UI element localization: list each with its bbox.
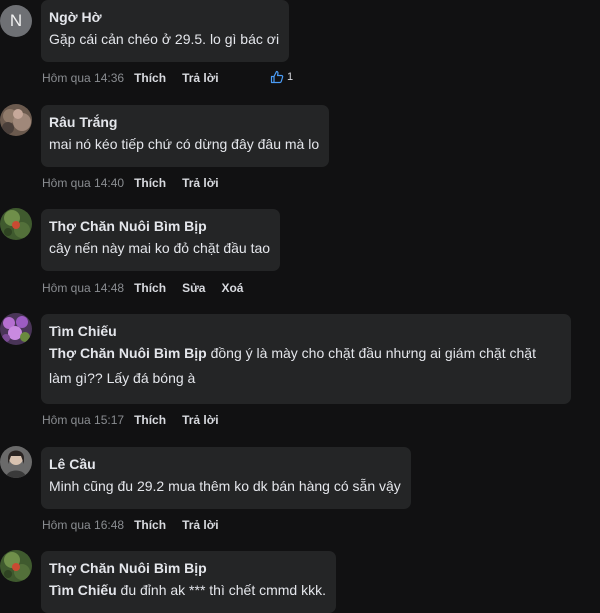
avatar[interactable] (0, 313, 32, 345)
avatar-image (0, 550, 32, 582)
comment-bubble: Thợ Chăn Nuôi Bìm Bịp cây nến này mai ko… (41, 209, 281, 271)
comment-meta: Hôm qua 15:17 Thích Trả lời (42, 412, 235, 428)
comment-text-body: đu đỉnh ak *** thì chết cmmd kkk. (116, 582, 326, 598)
avatar[interactable] (0, 550, 32, 582)
avatar-letter: N (9, 11, 23, 30)
avatar[interactable] (0, 104, 32, 136)
edit-button[interactable]: Sửa (182, 280, 205, 296)
comment-text: Minh cũng đu 29.2 mua thêm ko dk bán hàn… (49, 478, 401, 494)
like-button[interactable]: Thích (134, 412, 166, 428)
comment-text: cây nến này mai ko đỏ chặt đầu tao (49, 240, 271, 256)
reply-button[interactable]: Trả lời (182, 70, 219, 86)
reaction-count[interactable]: 1 (270, 70, 293, 84)
comment-time[interactable]: Hôm qua 14:40 (42, 175, 124, 191)
comment-bubble: Tìm Chiếu Thợ Chăn Nuôi Bìm Bịp đồng ý l… (41, 314, 571, 404)
avatar-image (0, 446, 32, 478)
reaction-number: 1 (287, 71, 294, 83)
comment-bubble: Râu Trắng mai nó kéo tiếp chứ có dừng đâ… (41, 105, 330, 167)
comment-bubble: Thợ Chăn Nuôi Bìm Bịp Tìm Chiếu đu đỉnh … (41, 551, 336, 613)
comment-author[interactable]: Ngờ Hờ (49, 7, 279, 27)
comment-text: Tìm Chiếu đu đỉnh ak *** thì chết cmmd k… (49, 578, 326, 603)
reply-button[interactable]: Trả lời (182, 175, 219, 191)
comment-time[interactable]: Hôm qua 14:36 (42, 70, 124, 86)
delete-button[interactable]: Xoá (221, 280, 243, 296)
thumbs-up-icon (270, 70, 284, 84)
comment-bubble: Ngờ Hờ Gặp cái cản chéo ở 29.5. lo gì bá… (41, 0, 290, 62)
avatar-image (0, 313, 32, 345)
comment-text: Thợ Chăn Nuôi Bìm Bịp đồng ý là mày cho … (49, 341, 561, 391)
comment-text: Gặp cái cản chéo ở 29.5. lo gì bác ơi (49, 31, 280, 47)
comment-meta: Hôm qua 14:36 Thích Trả lời (42, 70, 235, 86)
reply-button[interactable]: Trả lời (182, 412, 219, 428)
avatar[interactable] (0, 446, 32, 478)
comment-meta: Hôm qua 16:48 Thích Trả lời (42, 517, 235, 533)
avatar-image (0, 104, 32, 136)
like-button[interactable]: Thích (134, 280, 166, 296)
comment-meta: Hôm qua 14:48 Thích Sửa Xoá (42, 280, 259, 296)
comment-meta: Hôm qua 14:40 Thích Trả lời (42, 175, 235, 191)
mention-link[interactable]: Thợ Chăn Nuôi Bìm Bịp (49, 345, 207, 361)
like-button[interactable]: Thích (134, 175, 166, 191)
like-button[interactable]: Thích (134, 517, 166, 533)
comment-time[interactable]: Hôm qua 15:17 (42, 412, 124, 428)
reply-button[interactable]: Trả lời (182, 517, 219, 533)
avatar[interactable] (0, 208, 32, 240)
avatar[interactable]: N (0, 5, 32, 37)
avatar-image (0, 208, 32, 240)
comment-text: mai nó kéo tiếp chứ có dừng đây đâu mà l… (49, 136, 320, 152)
comment-author[interactable]: Thợ Chăn Nuôi Bìm Bịp (49, 216, 270, 236)
comment-time[interactable]: Hôm qua 14:48 (42, 280, 124, 296)
comment-author[interactable]: Thợ Chăn Nuôi Bìm Bịp (49, 558, 326, 578)
comment-bubble: Lê Cầu Minh cũng đu 29.2 mua thêm ko dk … (41, 447, 411, 509)
comment-author[interactable]: Râu Trắng (49, 112, 319, 132)
comment-time[interactable]: Hôm qua 16:48 (42, 517, 124, 533)
mention-link[interactable]: Tìm Chiếu (49, 582, 117, 598)
like-button[interactable]: Thích (134, 70, 166, 86)
comment-author[interactable]: Lê Cầu (49, 454, 401, 474)
comment-author[interactable]: Tìm Chiếu (49, 321, 561, 341)
